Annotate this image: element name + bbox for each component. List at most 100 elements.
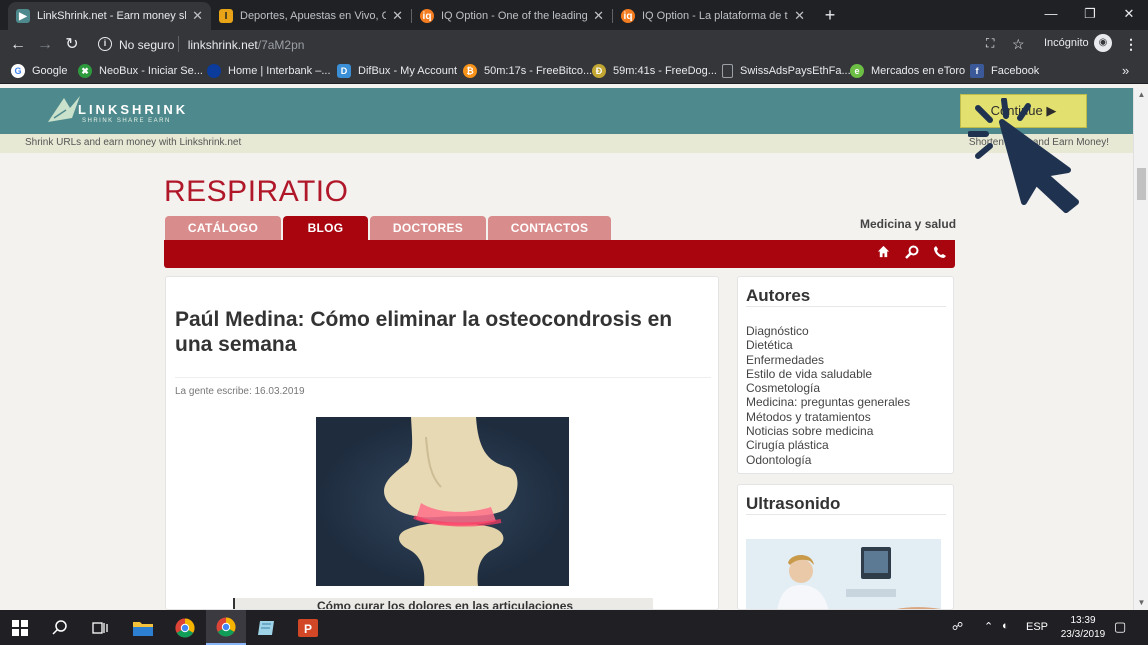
category-link[interactable]: Dietética <box>746 338 910 352</box>
category-link[interactable]: Cosmetología <box>746 381 910 395</box>
linkshrink-logo[interactable]: LINKSHRINK SHRINK SHARE EARN <box>44 92 185 132</box>
browser-tab-linkshrink[interactable]: ▶ LinkShrink.net - Earn money sha ✕ <box>8 2 211 30</box>
bookmark-neobux[interactable]: ✖ NeoBux - Iniciar Se... <box>78 64 203 78</box>
bookmark-freebitco[interactable]: ₿ 50m:17s - FreeBitco... <box>463 64 592 78</box>
tray-chevron-icon[interactable]: ⌃ <box>984 620 993 633</box>
browser-tab-iqoption-es[interactable]: iq IQ Option - La plataforma de tra ✕ <box>613 2 813 30</box>
category-list: Diagnóstico Dietética Enfermedades Estil… <box>746 324 910 467</box>
scroll-up-arrow-icon[interactable]: ▲ <box>1134 88 1148 102</box>
site-nav-bar <box>164 240 955 268</box>
reload-icon[interactable]: ↻ <box>62 35 82 55</box>
bookmark-label: Google <box>32 65 68 77</box>
logo-text: LINKSHRINK <box>78 102 189 117</box>
etoro-icon: e <box>850 64 864 78</box>
minimize-window-icon[interactable]: — <box>1036 5 1066 23</box>
people-icon[interactable]: ☍ <box>952 620 963 633</box>
browser-tab-strip: ▶ LinkShrink.net - Earn money sha ✕ I De… <box>0 0 1148 30</box>
network-icon[interactable]: ◐ <box>1002 620 1009 632</box>
category-link[interactable]: Estilo de vida saludable <box>746 367 910 381</box>
bookmark-facebook[interactable]: f Facebook <box>970 64 1039 78</box>
page-icon <box>722 64 733 78</box>
category-link[interactable]: Diagnóstico <box>746 324 910 338</box>
authors-heading: Autores <box>746 286 811 305</box>
ultrasound-heading[interactable]: Ultrasonido <box>746 494 840 514</box>
iqoption-favicon-icon: iq <box>420 9 434 23</box>
address-text: No seguro linkshrink.net/7aM2pn <box>119 38 304 52</box>
windows-start-icon[interactable] <box>0 610 40 645</box>
nav-tab-blog[interactable]: BLOG <box>283 216 368 241</box>
category-link[interactable]: Métodos y tratamientos <box>746 410 910 424</box>
info-icon[interactable]: i <box>98 37 112 51</box>
task-view-icon[interactable] <box>80 610 120 645</box>
category-link[interactable]: Noticias sobre medicina <box>746 424 910 438</box>
knee-joint-image <box>316 417 569 586</box>
close-window-icon[interactable]: ✕ <box>1114 5 1144 23</box>
nav-tab-doctores[interactable]: DOCTORES <box>370 216 486 240</box>
ultrasound-photo[interactable] <box>746 539 941 609</box>
system-clock[interactable]: 13:39 23/3/2019 <box>1058 614 1108 642</box>
omnibox-separator <box>178 36 179 52</box>
divider <box>746 306 946 307</box>
incognito-avatar-icon[interactable]: ◉ <box>1094 34 1112 52</box>
browser-tab-deportes[interactable]: I Deportes, Apuestas en Vivo, Casi ✕ <box>211 2 411 30</box>
new-tab-button[interactable]: + <box>820 5 840 25</box>
back-arrow-icon[interactable]: ← <box>8 35 28 55</box>
menu-kebab-icon[interactable]: ⋮ <box>1124 36 1138 53</box>
forward-arrow-icon[interactable]: → <box>35 35 55 55</box>
bookmark-etoro[interactable]: e Mercados en eToro <box>850 64 965 78</box>
notifications-icon[interactable]: ▢ <box>1114 619 1126 635</box>
browser-tab-iqoption-en[interactable]: iq IQ Option - One of the leading o ✕ <box>412 2 612 30</box>
category-link[interactable]: Cirugía plástica <box>746 438 910 452</box>
chrome-icon[interactable] <box>165 610 205 645</box>
neobux-icon: ✖ <box>78 64 92 78</box>
translate-icon[interactable]: ⛶ <box>986 36 994 51</box>
nav-tab-contactos[interactable]: CONTACTOS <box>488 216 611 240</box>
notes-app-icon[interactable] <box>247 610 287 645</box>
bookmark-interbank[interactable]: Home | Interbank –... <box>207 64 331 78</box>
site-logo-title[interactable]: RESPIRATIO <box>164 175 348 209</box>
restore-window-icon[interactable]: ❐ <box>1075 5 1105 23</box>
page-scrollbar[interactable]: ▲ ▼ <box>1133 88 1148 610</box>
close-tab-icon[interactable]: ✕ <box>392 8 403 24</box>
scroll-thumb[interactable] <box>1137 168 1146 200</box>
incognito-label: Incógnito <box>1044 37 1089 49</box>
home-icon[interactable] <box>877 245 890 261</box>
bookmark-label: NeoBux - Iniciar Se... <box>99 65 203 77</box>
article-title[interactable]: Paúl Medina: Cómo eliminar la osteocondr… <box>175 307 705 357</box>
divider <box>175 377 711 378</box>
scroll-down-arrow-icon[interactable]: ▼ <box>1134 596 1148 610</box>
nav-tab-catalogo[interactable]: CATÁLOGO <box>165 216 281 240</box>
bookmark-label: Mercados en eToro <box>871 65 966 77</box>
interbank-icon <box>207 64 221 78</box>
bookmark-freedoge[interactable]: Ð 59m:41s - FreeDog... <box>592 64 717 78</box>
category-link[interactable]: Medicina: preguntas generales <box>746 395 910 409</box>
more-bookmarks-icon[interactable]: » <box>1122 63 1129 78</box>
search-icon[interactable] <box>40 610 80 645</box>
bookmark-google[interactable]: G Google <box>11 64 67 78</box>
category-link[interactable]: Enfermedades <box>746 353 910 367</box>
bookmark-label: Home | Interbank –... <box>228 65 331 77</box>
bookmark-star-icon[interactable]: ☆ <box>1012 36 1025 53</box>
url-host: linkshrink.net <box>187 38 258 52</box>
facebook-icon: f <box>970 64 984 78</box>
bookmark-difbux[interactable]: D DifBux - My Account <box>337 64 457 78</box>
address-bar[interactable]: i No seguro linkshrink.net/7aM2pn <box>92 32 1042 58</box>
bookmark-swissads[interactable]: SwissAdsPaysEthFa... <box>722 64 851 78</box>
site-tagline: Medicina y salud <box>860 217 957 231</box>
file-explorer-icon[interactable] <box>123 610 163 645</box>
linkshrink-subbar: Shrink URLs and earn money with Linkshri… <box>0 134 1133 153</box>
continue-button[interactable]: Continue ▶ <box>960 94 1087 128</box>
close-tab-icon[interactable]: ✕ <box>593 8 604 24</box>
authors-widget: Autores Diagnóstico Dietética Enfermedad… <box>737 276 954 474</box>
powerpoint-icon[interactable]: P <box>288 610 328 645</box>
category-link[interactable]: Odontología <box>746 453 910 467</box>
logo-tagline: SHRINK SHARE EARN <box>82 118 171 124</box>
bookmark-label: 50m:17s - FreeBitco... <box>484 65 593 77</box>
phone-icon[interactable] <box>933 245 947 262</box>
close-tab-icon[interactable]: ✕ <box>794 8 805 24</box>
chrome-incognito-icon[interactable] <box>206 610 246 645</box>
language-indicator[interactable]: ESP <box>1026 621 1048 633</box>
search-icon[interactable] <box>905 245 919 262</box>
linkshrink-slogan-right: Shorten Links and Earn Money! <box>968 137 1109 148</box>
close-tab-icon[interactable]: ✕ <box>192 8 203 24</box>
